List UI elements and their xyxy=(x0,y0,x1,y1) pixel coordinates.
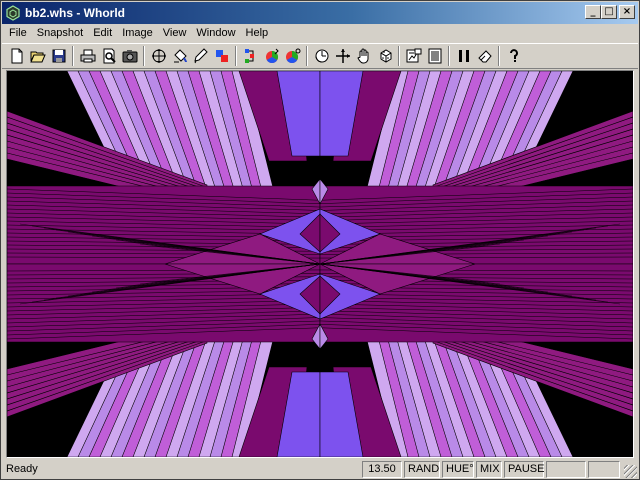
toolbar-separator xyxy=(235,46,237,66)
numbers-button[interactable] xyxy=(424,46,445,67)
help-icon xyxy=(509,49,518,62)
menu-edit[interactable]: Edit xyxy=(88,25,117,42)
pen-button[interactable] xyxy=(190,46,211,67)
save-button[interactable] xyxy=(48,46,69,67)
eraser-icon xyxy=(477,50,492,63)
snapshot-camera-button[interactable] xyxy=(119,46,140,67)
save-icon xyxy=(52,49,65,63)
toolbar-separator xyxy=(398,46,400,66)
fill-icon xyxy=(173,49,187,63)
pause-icon xyxy=(458,50,469,62)
status-hue: HUE° xyxy=(442,460,474,478)
color-wheel-button[interactable] xyxy=(261,46,282,67)
mix-color-icon xyxy=(285,48,300,64)
resize-grip[interactable] xyxy=(624,465,637,478)
crosshair-button[interactable] xyxy=(332,46,353,67)
status-zoom-value: 13.50 xyxy=(362,460,402,478)
pen-icon xyxy=(193,48,208,64)
close-button[interactable]: × xyxy=(619,5,635,19)
move-origin-icon xyxy=(151,49,166,63)
hand-button[interactable] xyxy=(353,46,374,67)
status-pane-empty-2 xyxy=(588,460,620,478)
whorld-app-icon[interactable] xyxy=(5,5,21,21)
numbers-icon xyxy=(428,48,441,64)
master-icon xyxy=(406,48,421,63)
open-icon xyxy=(29,51,46,63)
random-button[interactable] xyxy=(374,46,395,67)
menu-view[interactable]: View xyxy=(158,25,192,42)
title-bar[interactable]: bb2.whs - Whorld _ □ × xyxy=(2,2,638,24)
new-icon xyxy=(11,48,22,64)
xray-button[interactable] xyxy=(211,46,232,67)
pause-button[interactable] xyxy=(453,46,474,67)
menu-image[interactable]: Image xyxy=(117,25,158,42)
hand-icon xyxy=(356,48,368,64)
status-mix: MIX xyxy=(476,460,502,478)
menu-help[interactable]: Help xyxy=(241,25,274,42)
whorld-pattern[interactable] xyxy=(7,71,633,457)
app-window: bb2.whs - Whorld _ □ × File Snapshot Edi… xyxy=(0,0,640,480)
menu-snapshot[interactable]: Snapshot xyxy=(32,25,88,42)
fill-button[interactable] xyxy=(169,46,190,67)
window-title: bb2.whs - Whorld xyxy=(25,6,125,20)
master-button[interactable] xyxy=(403,46,424,67)
menu-bar: File Snapshot Edit Image View Window Hel… xyxy=(2,24,638,43)
help-button[interactable] xyxy=(503,46,524,67)
print-preview-button[interactable] xyxy=(98,46,119,67)
xray-icon xyxy=(215,50,228,62)
snapshot-camera-icon xyxy=(122,50,137,63)
print-button[interactable] xyxy=(77,46,98,67)
eraser-button[interactable] xyxy=(474,46,495,67)
status-bar: Ready 13.50 RAND HUE° MIX PAUSE xyxy=(2,459,638,479)
print-preview-icon xyxy=(103,48,116,64)
status-message: Ready xyxy=(6,463,38,475)
menu-file[interactable]: File xyxy=(4,25,32,42)
toolbar-separator xyxy=(498,46,500,66)
status-pause: PAUSE xyxy=(504,460,544,478)
palette-icon xyxy=(244,49,254,63)
toolbar-separator xyxy=(306,46,308,66)
menu-window[interactable]: Window xyxy=(191,25,240,42)
new-button[interactable] xyxy=(6,46,27,67)
palette-button[interactable] xyxy=(240,46,261,67)
toolbar xyxy=(2,43,638,69)
color-wheel-icon xyxy=(265,48,279,64)
status-pane-empty-1 xyxy=(546,460,586,478)
whorld-canvas[interactable] xyxy=(6,70,634,458)
move-origin-button[interactable] xyxy=(148,46,169,67)
random-icon xyxy=(380,49,391,63)
toolbar-separator xyxy=(72,46,74,66)
toolbar-separator xyxy=(448,46,450,66)
status-rand: RAND xyxy=(404,460,440,478)
print-icon xyxy=(80,49,95,63)
minimize-button[interactable]: _ xyxy=(585,5,601,19)
zoom-icon xyxy=(315,49,328,63)
open-button[interactable] xyxy=(27,46,48,67)
maximize-button[interactable]: □ xyxy=(601,5,617,19)
toolbar-separator xyxy=(143,46,145,66)
zoom-button[interactable] xyxy=(311,46,332,67)
mix-color-button[interactable] xyxy=(282,46,303,67)
crosshair-icon xyxy=(335,49,350,63)
